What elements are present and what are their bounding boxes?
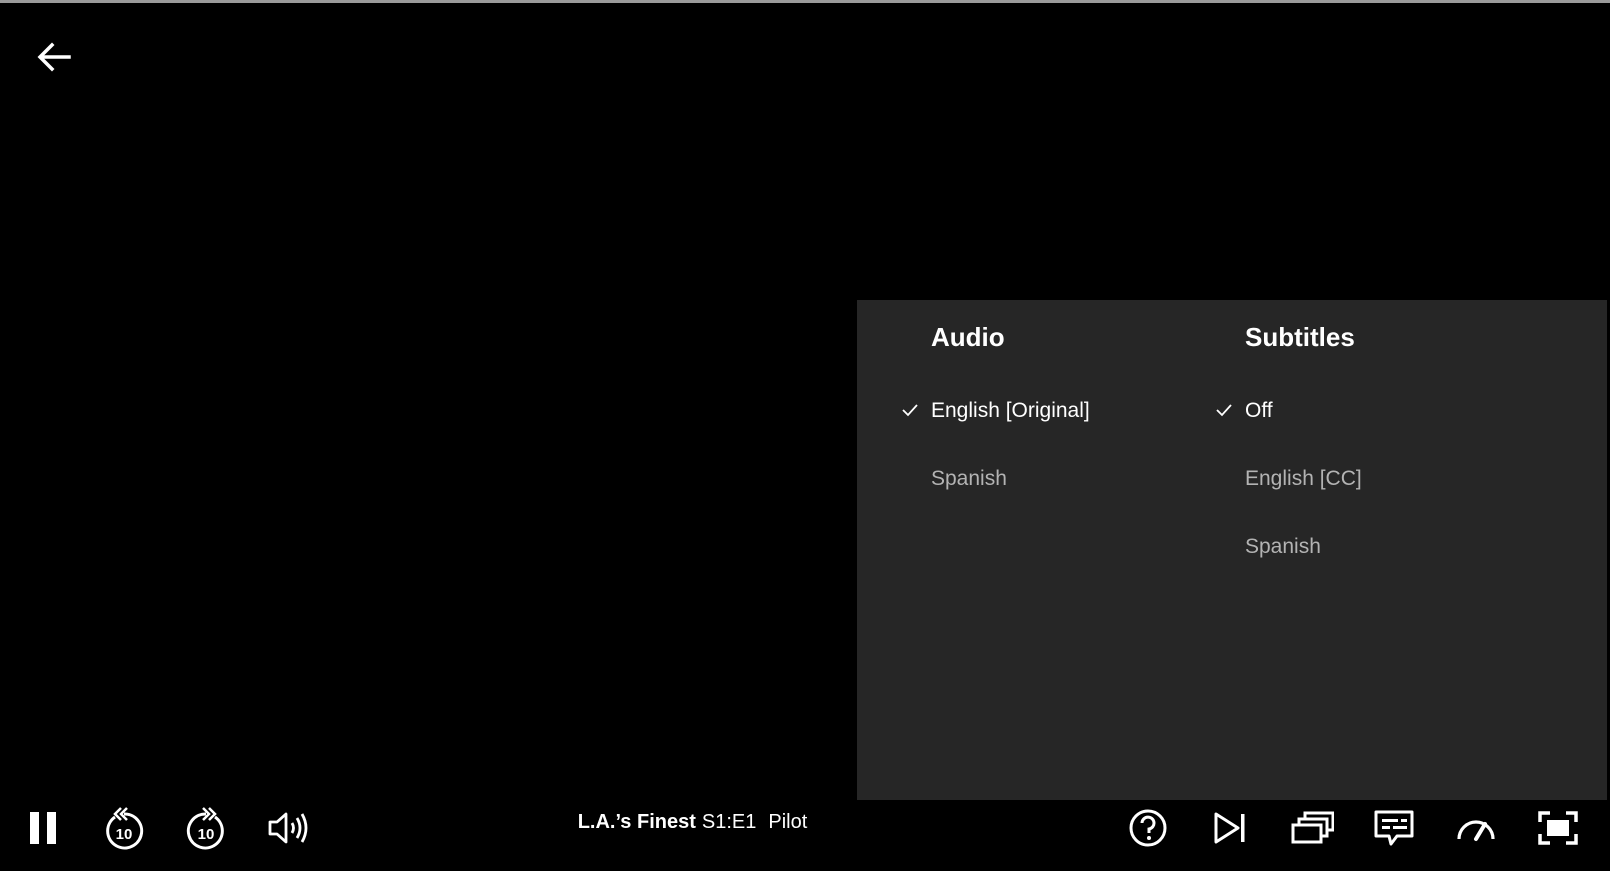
audio-subtitles-panel: Audio English [Original] Spanish Subtitl… [857, 300, 1607, 800]
help-button[interactable] [1124, 804, 1172, 852]
forward-seconds-label: 10 [198, 826, 215, 843]
volume-button[interactable] [264, 804, 312, 852]
forward-10-button[interactable]: 10 [182, 804, 230, 852]
audio-option-english-original[interactable]: English [Original] [857, 389, 1171, 433]
rewind-10-icon: 10 [106, 807, 144, 850]
audio-option-label: Spanish [931, 467, 1007, 490]
subtitle-option-label: English [CC] [1245, 467, 1362, 490]
rewind-10-button[interactable]: 10 [100, 804, 148, 852]
fullscreen-icon [1538, 811, 1578, 845]
show-title: L.A.’s Finest [577, 811, 696, 833]
pause-icon [30, 812, 56, 844]
episodes-icon [1291, 811, 1334, 844]
subtitle-option-label: Off [1245, 399, 1273, 422]
subtitles-heading: Subtitles [1245, 322, 1355, 352]
subtitle-option-english-cc[interactable]: English [CC] [1171, 457, 1607, 501]
control-bar: 10 10 L.A.’s Finest S1:E1 Pilot [0, 798, 1610, 858]
checkmark-icon [1216, 404, 1232, 417]
back-button[interactable] [30, 33, 78, 81]
audio-heading: Audio [931, 322, 1005, 352]
subtitles-icon [1374, 810, 1414, 846]
episode-name: Pilot [768, 811, 808, 833]
video-player[interactable]: Audio English [Original] Spanish Subtitl… [0, 0, 1610, 871]
subtitle-option-spanish[interactable]: Spanish [1171, 525, 1607, 569]
subtitle-option-label: Spanish [1245, 535, 1321, 558]
subtitles-button[interactable] [1370, 804, 1418, 852]
next-episode-button[interactable] [1206, 804, 1254, 852]
episode-code: S1:E1 [701, 811, 757, 833]
checkmark-icon [902, 404, 918, 417]
help-icon [1129, 809, 1167, 847]
forward-10-icon: 10 [186, 807, 224, 850]
arrow-left-icon [37, 42, 71, 72]
audio-option-label: English [Original] [931, 399, 1090, 422]
fullscreen-button[interactable] [1534, 804, 1582, 852]
playback-speed-button[interactable] [1452, 804, 1500, 852]
pause-button[interactable] [19, 804, 67, 852]
next-episode-icon [1214, 812, 1245, 844]
volume-icon [268, 812, 308, 844]
rewind-seconds-label: 10 [116, 826, 133, 843]
episodes-button[interactable] [1288, 804, 1336, 852]
playback-speed-icon [1457, 820, 1495, 841]
episode-title: L.A.’s Finest S1:E1 Pilot [500, 811, 885, 834]
subtitle-option-off[interactable]: Off [1171, 389, 1607, 433]
audio-option-spanish[interactable]: Spanish [857, 457, 1171, 501]
